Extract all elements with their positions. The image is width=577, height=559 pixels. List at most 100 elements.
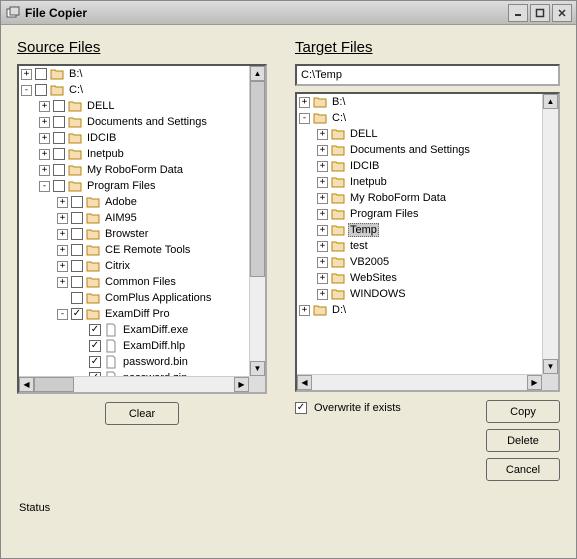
expand-icon[interactable]: + [299, 305, 310, 316]
tree-checkbox[interactable] [53, 100, 65, 112]
tree-item-label[interactable]: Documents and Settings [348, 144, 472, 156]
target-horizontal-scrollbar[interactable]: ◀ ▶ [297, 374, 542, 390]
tree-item-label[interactable]: WINDOWS [348, 288, 408, 300]
tree-row[interactable]: +B:\ [299, 94, 542, 110]
tree-row[interactable]: + WebSites [317, 270, 542, 286]
tree-item-label[interactable]: C:\ [330, 112, 348, 124]
tree-checkbox[interactable] [53, 132, 65, 144]
tree-row[interactable]: - C:\ [21, 82, 249, 98]
scroll-left-icon[interactable]: ◀ [19, 377, 34, 392]
tree-checkbox[interactable] [35, 68, 47, 80]
tree-row[interactable]: +Inetpub [39, 146, 249, 162]
expand-icon[interactable]: + [39, 149, 50, 160]
expand-icon[interactable]: + [21, 69, 32, 80]
tree-checkbox[interactable] [71, 292, 83, 304]
tree-checkbox[interactable] [35, 84, 47, 96]
tree-item-label[interactable]: Adobe [103, 196, 139, 208]
tree-checkbox[interactable] [71, 212, 83, 224]
tree-row[interactable]: + D:\ [299, 302, 542, 318]
tree-item-label[interactable]: D:\ [330, 304, 348, 316]
tree-checkbox[interactable] [71, 196, 83, 208]
overwrite-checkbox[interactable]: ✓ [295, 402, 307, 414]
expand-icon[interactable]: + [317, 289, 328, 300]
scroll-up-icon[interactable]: ▲ [250, 66, 265, 81]
expand-icon[interactable]: + [317, 225, 328, 236]
tree-row[interactable]: +Citrix [57, 258, 249, 274]
target-vertical-scrollbar[interactable]: ▲ ▼ [542, 94, 558, 374]
tree-checkbox[interactable] [53, 148, 65, 160]
tree-row[interactable]: + My RoboForm Data [317, 190, 542, 206]
tree-checkbox[interactable]: ✓ [71, 308, 83, 320]
tree-row[interactable]: + Temp [317, 222, 542, 238]
tree-row[interactable]: + Program Files [317, 206, 542, 222]
tree-item-label[interactable]: IDCIB [348, 160, 381, 172]
scroll-down-icon[interactable]: ▼ [250, 361, 265, 376]
tree-item-label[interactable]: My RoboForm Data [85, 164, 185, 176]
tree-item-label[interactable]: WebSites [348, 272, 399, 284]
expand-icon[interactable]: + [57, 277, 68, 288]
collapse-icon[interactable]: - [57, 309, 68, 320]
tree-item-label[interactable]: ExamDiff.hlp [121, 340, 187, 352]
tree-item-label[interactable]: My RoboForm Data [348, 192, 448, 204]
tree-item-label[interactable]: C:\ [67, 84, 85, 96]
tree-item-label[interactable]: Program Files [348, 208, 420, 220]
scroll-right-icon[interactable]: ▶ [234, 377, 249, 392]
tree-row[interactable]: ✓ ExamDiff.exe [75, 322, 249, 338]
tree-item-label[interactable]: Documents and Settings [85, 116, 209, 128]
scroll-left-icon[interactable]: ◀ [297, 375, 312, 390]
tree-row[interactable]: +AIM95 [57, 210, 249, 226]
tree-row[interactable]: ✓password.bin [75, 354, 249, 370]
expand-icon[interactable]: + [317, 241, 328, 252]
tree-item-label[interactable]: ExamDiff.exe [121, 324, 190, 336]
collapse-icon[interactable]: - [299, 113, 310, 124]
expand-icon[interactable]: + [39, 101, 50, 112]
source-tree[interactable]: +B:\-C:\+DELL+Documents and Settings+IDC… [19, 66, 249, 376]
minimize-button[interactable] [508, 4, 528, 22]
expand-icon[interactable]: + [317, 193, 328, 204]
tree-checkbox[interactable] [71, 260, 83, 272]
source-vertical-scrollbar[interactable]: ▲ ▼ [249, 66, 265, 376]
delete-button[interactable]: Delete [486, 429, 560, 452]
tree-item-label[interactable]: IDCIB [85, 132, 118, 144]
expand-icon[interactable]: + [57, 229, 68, 240]
target-path-input[interactable] [295, 64, 560, 86]
expand-icon[interactable]: + [57, 245, 68, 256]
tree-row[interactable]: +Browster [57, 226, 249, 242]
expand-icon[interactable]: + [317, 209, 328, 220]
scroll-right-icon[interactable]: ▶ [527, 375, 542, 390]
tree-item-label[interactable]: ExamDiff Pro [103, 308, 172, 320]
tree-row[interactable]: +Common Files [57, 274, 249, 290]
tree-checkbox[interactable] [71, 244, 83, 256]
cancel-button[interactable]: Cancel [486, 458, 560, 481]
collapse-icon[interactable]: - [21, 85, 32, 96]
maximize-button[interactable] [530, 4, 550, 22]
tree-item-label[interactable]: DELL [348, 128, 380, 140]
tree-item-label[interactable]: Inetpub [348, 176, 389, 188]
tree-item-label[interactable]: Temp [348, 223, 379, 237]
tree-checkbox[interactable]: ✓ [89, 324, 101, 336]
tree-checkbox[interactable] [71, 276, 83, 288]
tree-item-label[interactable]: ComPlus Applications [103, 292, 213, 304]
source-horizontal-scrollbar[interactable]: ◀ ▶ [19, 376, 249, 392]
expand-icon[interactable]: + [317, 273, 328, 284]
expand-icon[interactable]: + [57, 213, 68, 224]
tree-row[interactable]: + IDCIB [317, 158, 542, 174]
expand-icon[interactable]: + [317, 161, 328, 172]
expand-icon[interactable]: + [57, 197, 68, 208]
tree-item-label[interactable]: B:\ [67, 68, 84, 80]
target-tree[interactable]: +B:\ - C:\ + DELL + Documents and Settings + IDC… [297, 94, 542, 318]
tree-row[interactable]: + Adobe [57, 194, 249, 210]
tree-row[interactable]: +Inetpub [317, 174, 542, 190]
tree-row[interactable]: + B:\ [21, 66, 249, 82]
tree-item-label[interactable]: Program Files [85, 180, 157, 192]
tree-row[interactable]: + WINDOWS [317, 286, 542, 302]
tree-item-label[interactable]: VB2005 [348, 256, 391, 268]
tree-row[interactable]: +Documents and Settings [39, 114, 249, 130]
tree-row[interactable]: +DELL [39, 98, 249, 114]
expand-icon[interactable]: + [317, 145, 328, 156]
expand-icon[interactable]: + [39, 133, 50, 144]
tree-row[interactable]: -Program Files [39, 178, 249, 194]
tree-row[interactable]: +test [317, 238, 542, 254]
expand-icon[interactable]: + [317, 257, 328, 268]
tree-row[interactable]: + Documents and Settings [317, 142, 542, 158]
